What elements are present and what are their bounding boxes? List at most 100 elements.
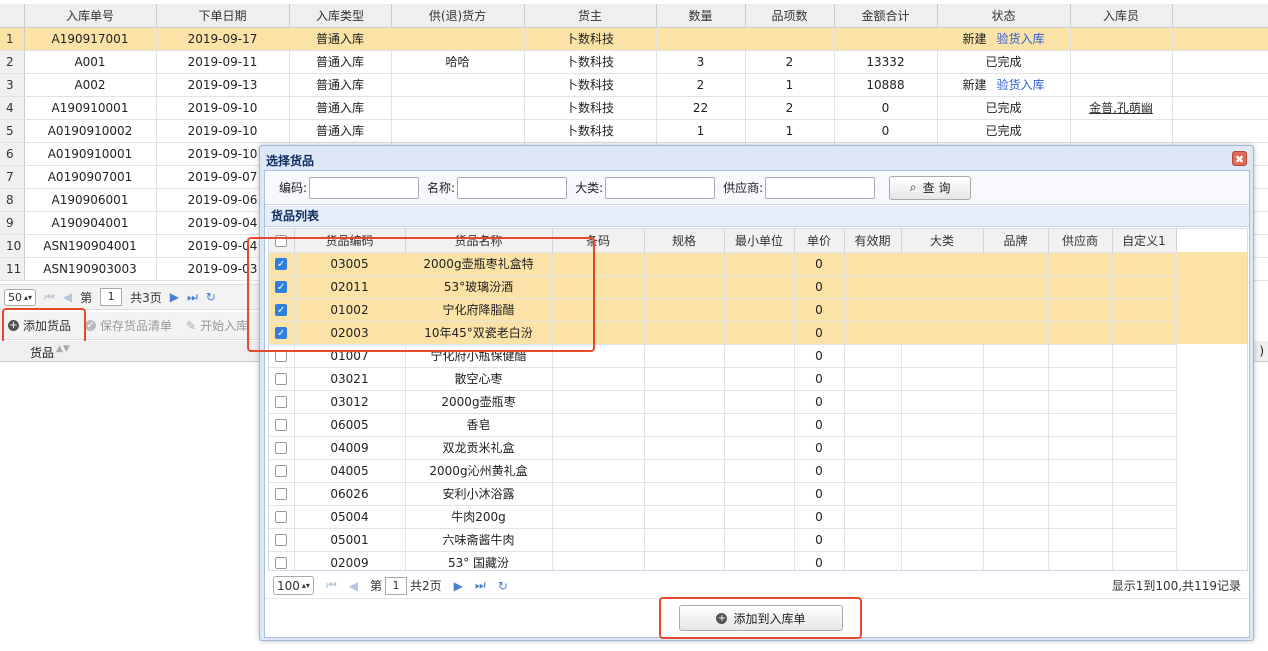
main-col-header[interactable]: 入库员 [1070, 4, 1173, 28]
refresh-icon[interactable]: ↻ [206, 290, 216, 304]
table-cell: A002 [24, 73, 157, 97]
dialog-last-page-icon[interactable]: ⏭ [475, 578, 486, 593]
main-col-header[interactable]: 入库类型 [289, 4, 392, 28]
close-icon[interactable]: ✖ [1232, 151, 1247, 166]
save-goods-list-button[interactable]: ✓ 保存货品清单 [85, 317, 172, 334]
row-checkbox[interactable] [275, 442, 288, 454]
row-checkbox[interactable] [275, 419, 288, 431]
row-checkbox-cell[interactable] [269, 436, 295, 460]
supplier-input[interactable] [765, 176, 876, 199]
goods-cell: 2000g沁州黄礼盒 [405, 459, 553, 483]
row-checkbox[interactable] [275, 534, 288, 546]
main-col-header[interactable]: 金额合计 [834, 4, 938, 28]
inspect-inbound-link[interactable]: 验货入库 [997, 32, 1045, 46]
goods-col-header[interactable]: 供应商 [1048, 229, 1113, 253]
main-col-header[interactable]: 货主 [524, 4, 657, 28]
goods-cell [644, 298, 725, 322]
goods-col-header[interactable]: 规格 [644, 229, 725, 253]
row-checkbox[interactable] [275, 511, 288, 523]
row-checkbox-cell[interactable] [269, 459, 295, 483]
status-text: 新建 [962, 78, 987, 92]
main-col-header[interactable]: 供(退)货方 [391, 4, 525, 28]
goods-row[interactable]: 06026 安利小沐浴露 0 [269, 482, 1247, 506]
search-icon: ⌕ [909, 180, 917, 194]
table-cell: A190904001 [24, 211, 157, 235]
table-row[interactable]: 3 A002 2019-09-13 普通入库 卜数科技 2 1 10888 新建 验货入库 [0, 73, 1268, 97]
main-col-header[interactable]: 入库单号 [24, 4, 157, 28]
goods-cell-empty [1176, 252, 1247, 275]
table-row[interactable]: 4 A190910001 2019-09-10 普通入库 卜数科技 22 2 0 已完成 金普,孔… [0, 96, 1268, 120]
goods-cell [901, 528, 984, 552]
goods-col-header[interactable]: 最小单位 [724, 229, 795, 253]
row-checkbox-cell[interactable] [269, 367, 295, 391]
goods-cell [724, 482, 795, 506]
dialog-first-page-icon[interactable]: ⏮ [326, 578, 337, 593]
inspect-inbound-link[interactable]: 验货入库 [997, 78, 1045, 92]
query-button[interactable]: ⌕ 查 询 [889, 175, 972, 200]
goods-col-header[interactable]: 有效期 [844, 229, 902, 253]
goods-cell: 牛肉200g [405, 505, 553, 529]
table-cell: 普通入库 [289, 73, 392, 97]
name-input[interactable] [457, 176, 568, 199]
table-row[interactable]: 5 A0190910002 2019-09-10 普通入库 卜数科技 1 1 0 已完成 [0, 119, 1268, 143]
table-row[interactable]: 1 A190917001 2019-09-17 普通入库 卜数科技 新建 验货入库 [0, 27, 1268, 51]
next-page-icon[interactable]: ▶ [170, 290, 179, 304]
row-checkbox-cell[interactable] [269, 482, 295, 506]
goods-cell [1112, 551, 1177, 570]
row-checkbox[interactable] [275, 373, 288, 385]
goods-cell [1112, 344, 1177, 368]
table-row[interactable]: 2 A001 2019-09-11 普通入库 哈哈 卜数科技 3 2 13332 已完成 [0, 50, 1268, 74]
goods-row[interactable]: 04009 双龙贡米礼盒 0 [269, 436, 1247, 460]
goods-col-header[interactable]: 单价 [794, 229, 845, 253]
goods-cell [844, 344, 902, 368]
goods-row[interactable]: 06005 香皂 0 [269, 413, 1247, 437]
dialog-page-size-select[interactable]: 100 ▴▾ [273, 576, 314, 595]
row-checkbox[interactable] [275, 488, 288, 500]
table-cell: 1 [745, 73, 835, 97]
main-col-header[interactable]: 下单日期 [156, 4, 290, 28]
row-checkbox-cell[interactable] [269, 551, 295, 570]
goods-row[interactable]: 03021 散空心枣 0 [269, 367, 1247, 391]
page-size-select[interactable]: 50 ▴▾ [4, 288, 37, 306]
row-checkbox-cell[interactable] [269, 390, 295, 414]
dialog-prev-page-icon[interactable]: ◀ [349, 579, 358, 593]
category-input[interactable] [605, 176, 716, 199]
sort-icon[interactable]: ▲▼ [56, 344, 70, 354]
row-number-header [0, 4, 25, 28]
page-input[interactable]: 1 [100, 288, 123, 306]
goods-col-header[interactable]: 自定义1 [1112, 229, 1177, 253]
row-checkbox-cell[interactable] [269, 413, 295, 437]
goods-cell [983, 505, 1049, 529]
goods-cell [644, 367, 725, 391]
start-inbound-button[interactable]: ✎ 开始入库 [186, 317, 248, 334]
row-number: 9 [0, 211, 25, 235]
row-checkbox[interactable] [275, 396, 288, 408]
goods-row[interactable]: 02009 53° 国藏汾 0 [269, 551, 1247, 570]
goods-row[interactable]: 04005 2000g沁州黄礼盒 0 [269, 459, 1247, 483]
first-page-icon[interactable]: ⏮ [44, 290, 55, 305]
search-bar: 编码: 名称: 大类: 供应商: ⌕ 查 询 [265, 171, 1249, 205]
goods-col-header[interactable]: 品牌 [983, 229, 1049, 253]
row-checkbox-cell[interactable] [269, 528, 295, 552]
table-cell: A190906001 [24, 188, 157, 212]
goods-row[interactable]: 05001 六味斋酱牛肉 0 [269, 528, 1247, 552]
goods-row[interactable]: 05004 牛肉200g 0 [269, 505, 1247, 529]
main-col-header-empty [1172, 4, 1268, 28]
goods-cell [844, 459, 902, 483]
main-col-header[interactable]: 品项数 [745, 4, 835, 28]
dialog-next-page-icon[interactable]: ▶ [454, 579, 463, 593]
inbound-staff-link[interactable]: 金普,孔萌幽 [1089, 101, 1153, 115]
main-col-header[interactable]: 状态 [937, 4, 1071, 28]
dialog-page-input[interactable]: 1 [385, 576, 407, 595]
goods-cell [844, 413, 902, 437]
goods-row[interactable]: 03012 2000g壶瓶枣 0 [269, 390, 1247, 414]
last-page-icon[interactable]: ⏭ [187, 290, 198, 305]
row-checkbox-cell[interactable] [269, 505, 295, 529]
dialog-refresh-icon[interactable]: ↻ [498, 579, 508, 593]
prev-page-icon[interactable]: ◀ [63, 290, 72, 304]
main-col-header[interactable]: 数量 [656, 4, 746, 28]
goods-col-header[interactable]: 大类 [901, 229, 984, 253]
row-checkbox[interactable] [275, 557, 288, 569]
code-input[interactable] [309, 176, 420, 199]
row-checkbox[interactable] [275, 465, 288, 477]
